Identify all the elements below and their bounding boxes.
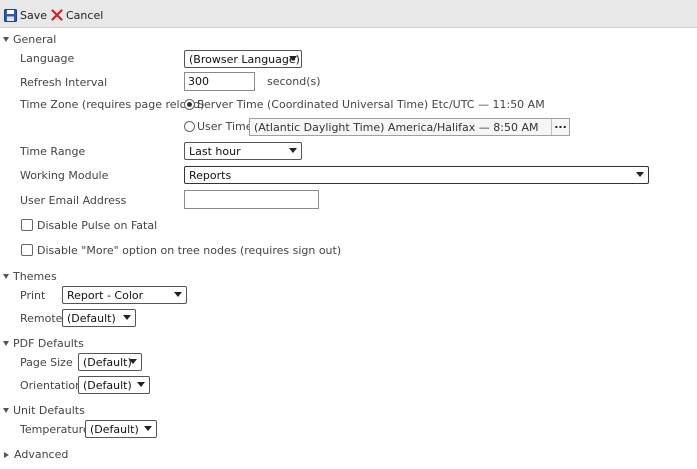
- working-module-select[interactable]: Reports: [184, 166, 649, 184]
- print-label: Print: [20, 289, 46, 302]
- working-module-label: Working Module: [20, 169, 109, 182]
- language-select-value: (Browser Language): [189, 52, 300, 66]
- section-themes-label: Themes: [13, 270, 57, 283]
- section-unit-defaults-label: Unit Defaults: [13, 404, 85, 417]
- chevron-down-icon: [289, 56, 297, 61]
- print-theme-value: Report - Color: [67, 288, 144, 302]
- chevron-down-icon: [137, 382, 145, 387]
- section-pdf-defaults-label: PDF Defaults: [13, 337, 84, 350]
- user-time-field[interactable]: (Atlantic Daylight Time) America/Halifax…: [249, 118, 570, 136]
- cancel-label: Cancel: [66, 8, 104, 22]
- language-label: Language: [20, 52, 75, 65]
- section-general-label: General: [13, 33, 57, 46]
- language-select[interactable]: (Browser Language): [184, 50, 302, 68]
- refresh-interval-value: 300: [188, 75, 209, 88]
- temperature-value: (Default): [90, 422, 139, 436]
- remote-theme-value: (Default): [67, 311, 116, 325]
- print-theme-select[interactable]: Report - Color: [62, 286, 187, 304]
- collapse-arrow-icon: [3, 37, 9, 42]
- user-email-label: User Email Address: [20, 194, 127, 207]
- save-label: Save: [20, 8, 48, 22]
- orientation-value: (Default): [83, 378, 132, 392]
- collapse-arrow-icon: [3, 341, 9, 346]
- chevron-down-icon: [129, 359, 137, 364]
- chevron-down-icon: [289, 148, 297, 153]
- collapse-arrow-icon: [3, 408, 9, 413]
- refresh-interval-input[interactable]: 300: [184, 72, 255, 91]
- remote-label: Remote: [20, 312, 63, 325]
- refresh-interval-label: Refresh Interval: [20, 76, 108, 89]
- chevron-down-icon: [636, 172, 644, 177]
- expand-arrow-icon: [4, 451, 9, 458]
- working-module-value: Reports: [189, 168, 232, 182]
- timezone-label: Time Zone (requires page reload): [20, 98, 205, 111]
- page-size-label: Page Size: [20, 356, 73, 369]
- timezone-picker-button[interactable]: ...: [551, 119, 569, 135]
- orientation-select[interactable]: (Default): [78, 376, 150, 394]
- chevron-down-icon: [174, 292, 182, 297]
- save-button[interactable]: Save: [4, 7, 47, 23]
- chevron-down-icon: [144, 426, 152, 431]
- close-icon: [51, 9, 63, 21]
- server-time-radio[interactable]: [184, 99, 195, 110]
- page-size-value: (Default): [83, 355, 132, 369]
- temperature-label: Temperature: [20, 423, 90, 436]
- user-time-radio[interactable]: [184, 121, 195, 132]
- time-range-label: Time Range: [20, 145, 86, 158]
- toolbar: Save Cancel: [0, 0, 697, 28]
- floppy-disk-icon: [4, 8, 17, 22]
- user-time-label: User Time: [197, 120, 253, 133]
- disable-pulse-checkbox[interactable]: [21, 219, 33, 231]
- remote-theme-select[interactable]: (Default): [62, 309, 136, 327]
- disable-more-checkbox[interactable]: [21, 244, 33, 256]
- cancel-button[interactable]: Cancel: [51, 7, 103, 23]
- user-time-value: (Atlantic Daylight Time) America/Halifax…: [254, 120, 539, 134]
- server-time-label: Server Time (Coordinated Universal Time)…: [197, 98, 545, 111]
- time-range-value: Last hour: [189, 144, 241, 158]
- disable-pulse-label: Disable Pulse on Fatal: [37, 219, 158, 232]
- page-size-select[interactable]: (Default): [78, 353, 142, 371]
- disable-more-label: Disable "More" option on tree nodes (req…: [37, 244, 342, 257]
- section-general[interactable]: General: [3, 33, 56, 46]
- orientation-label: Orientation: [20, 379, 83, 392]
- collapse-arrow-icon: [3, 274, 9, 279]
- time-range-select[interactable]: Last hour: [184, 142, 302, 160]
- refresh-unit-label: second(s): [267, 75, 321, 88]
- temperature-select[interactable]: (Default): [85, 420, 157, 438]
- section-advanced[interactable]: Advanced: [3, 448, 68, 461]
- section-unit-defaults[interactable]: Unit Defaults: [3, 404, 85, 417]
- user-email-input[interactable]: [184, 190, 319, 209]
- section-pdf-defaults[interactable]: PDF Defaults: [3, 337, 84, 350]
- section-themes[interactable]: Themes: [3, 270, 57, 283]
- section-advanced-label: Advanced: [14, 448, 69, 461]
- chevron-down-icon: [123, 315, 131, 320]
